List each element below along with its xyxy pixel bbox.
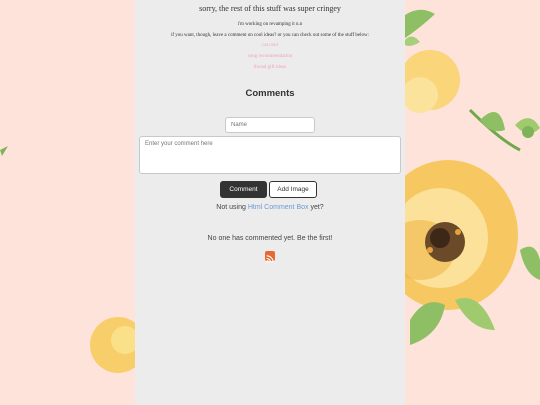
not-using-prefix: Not using xyxy=(216,204,246,211)
link-thread-gift-ideas[interactable]: thread gift ideas xyxy=(135,65,405,70)
add-image-button[interactable]: Add Image xyxy=(269,181,317,198)
link-song-recommendation[interactable]: song recommendation xyxy=(135,54,405,59)
notice-line-1: i'm working on revamping it n.n xyxy=(237,22,303,27)
link-cat-cool[interactable]: cat cool xyxy=(135,43,405,48)
notice-line-2: if you want, though, leave a comment on … xyxy=(170,33,370,38)
not-using-suffix: yet? xyxy=(310,204,324,211)
notice-header: sorry, the rest of this stuff was super … xyxy=(199,4,341,13)
content-panel: sorry, the rest of this stuff was super … xyxy=(135,0,405,405)
name-input[interactable] xyxy=(225,117,315,133)
html-comment-box-link[interactable]: Html Comment Box xyxy=(248,204,309,211)
comment-textarea[interactable] xyxy=(139,136,401,174)
rss-feed-icon[interactable] xyxy=(265,251,275,263)
comment-button[interactable]: Comment xyxy=(220,181,267,198)
not-using-message: Not using Html Comment Box yet? xyxy=(135,204,405,211)
no-comments-message: No one has commented yet. Be the first! xyxy=(207,235,333,242)
comments-title: Comments xyxy=(245,88,295,99)
